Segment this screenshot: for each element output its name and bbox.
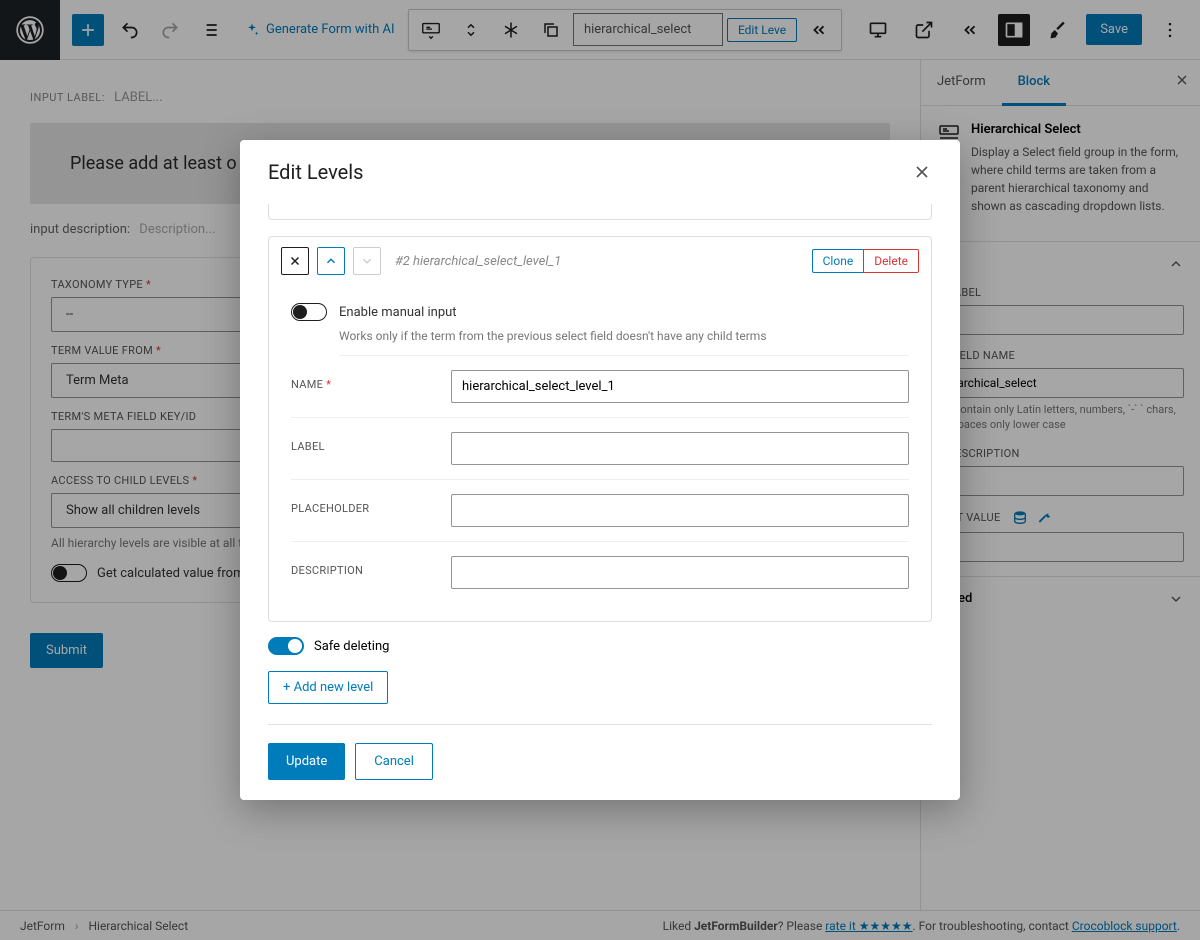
chevron-up-icon <box>324 254 338 268</box>
modal-title: Edit Levels <box>268 160 363 184</box>
cancel-button[interactable]: Cancel <box>355 743 433 780</box>
level-id-label: #2 hierarchical_select_level_1 <box>395 254 561 269</box>
level-name-input[interactable] <box>451 370 909 403</box>
edit-levels-modal: Edit Levels #2 hierarchical_select_level… <box>240 140 960 800</box>
level-name-label: NAME * <box>291 370 431 391</box>
safe-deleting-toggle[interactable] <box>268 637 304 655</box>
close-icon <box>912 162 932 182</box>
level-placeholder-label: PLACEHOLDER <box>291 494 431 515</box>
previous-level-card-edge <box>268 204 932 220</box>
modal-actions: Update Cancel <box>268 724 932 780</box>
level-placeholder-input[interactable] <box>451 494 909 527</box>
manual-input-toggle[interactable] <box>291 303 327 321</box>
chevron-down-icon <box>360 254 374 268</box>
level-move-down-button <box>353 247 381 275</box>
update-button[interactable]: Update <box>268 743 345 780</box>
level-label-row: LABEL <box>291 418 909 480</box>
level-label-input[interactable] <box>451 432 909 465</box>
level-label-label: LABEL <box>291 432 431 453</box>
add-new-level-button[interactable]: + Add new level <box>268 671 388 704</box>
level-name-row: NAME * <box>291 356 909 418</box>
level-description-row: DESCRIPTION <box>291 542 909 603</box>
safe-deleting-label: Safe deleting <box>314 639 389 654</box>
modal-header: Edit Levels <box>240 140 960 204</box>
level-clone-button[interactable]: Clone <box>812 249 864 273</box>
level-remove-button[interactable] <box>281 247 309 275</box>
level-move-up-button[interactable] <box>317 247 345 275</box>
safe-deleting-row: Safe deleting <box>268 637 932 655</box>
level-card-header: #2 hierarchical_select_level_1 Clone Del… <box>269 237 931 285</box>
close-icon <box>288 254 302 268</box>
manual-input-row: Enable manual input <box>291 291 909 327</box>
modal-close-button[interactable] <box>912 162 932 182</box>
level-description-input[interactable] <box>451 556 909 589</box>
manual-input-label: Enable manual input <box>339 305 457 320</box>
modal-body: #2 hierarchical_select_level_1 Clone Del… <box>240 204 960 637</box>
modal-footer: Safe deleting + Add new level Update Can… <box>240 637 960 800</box>
modal-overlay[interactable]: Edit Levels #2 hierarchical_select_level… <box>0 0 1200 940</box>
level-description-label: DESCRIPTION <box>291 556 431 577</box>
manual-input-help: Works only if the term from the previous… <box>339 329 909 356</box>
level-delete-button[interactable]: Delete <box>863 249 919 273</box>
level-actions: Clone Delete <box>812 249 919 273</box>
level-body: Enable manual input Works only if the te… <box>269 285 931 621</box>
level-placeholder-row: PLACEHOLDER <box>291 480 909 542</box>
level-card: #2 hierarchical_select_level_1 Clone Del… <box>268 236 932 622</box>
